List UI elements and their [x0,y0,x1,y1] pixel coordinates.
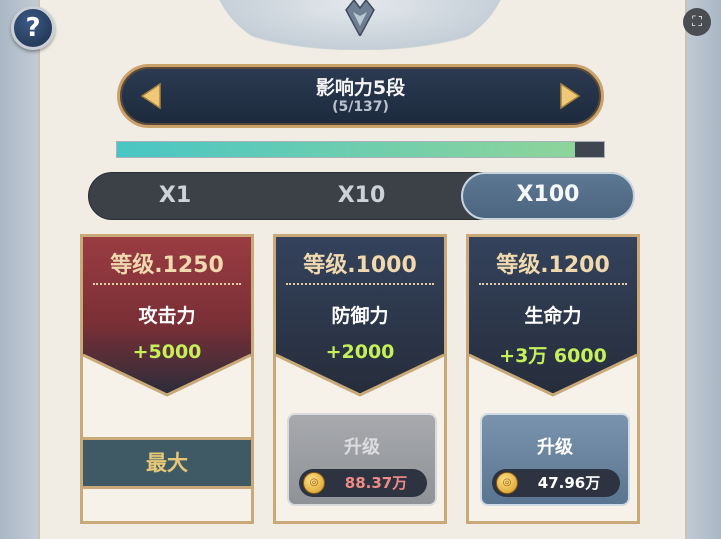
cost-pill: ◎ 88.37万 [299,469,427,497]
gold-coin-icon: ◎ [303,472,325,494]
divider [479,283,627,285]
max-level-badge: 最大 [83,437,251,489]
multiplier-x100-tab[interactable]: X100 [461,172,635,220]
health-upgrade-button[interactable]: 升级 ◎ 47.96万 [480,413,630,506]
health-name: 生命力 [524,305,582,327]
defense-name: 防御力 [331,305,389,327]
attack-card: 等级.1250 攻击力 +5000 最大 [80,234,254,524]
defense-value: +2000 [325,341,395,363]
health-level: 等级.1200 [496,253,610,278]
divider [93,283,241,285]
health-upgrade-cost: 47.96万 [537,474,601,492]
help-button[interactable]: ? [11,6,55,50]
level-progress-bar [116,141,605,158]
level-progress-fill [117,142,575,157]
health-card: 等级.1200 生命力 +3万 6000 升级 ◎ 47.96万 [466,234,640,524]
attack-name: 攻击力 [138,305,196,327]
next-arrow-icon[interactable] [557,82,583,110]
multiplier-selector: X1 X10 X100 [88,172,635,220]
defense-level: 等级.1000 [303,253,417,278]
level-title: 影响力5段 [315,77,406,99]
level-panel: 影响力5段 (5/137) [117,64,604,128]
upgrade-label: 升级 [344,437,380,458]
divider [286,283,434,285]
screenshot-icon[interactable]: ⛶ [683,8,711,36]
upgrade-label: 升级 [537,437,573,458]
gold-coin-icon: ◎ [496,472,518,494]
crest-icon [345,0,375,36]
defense-card: 等级.1000 防御力 +2000 升级 ◎ 88.37万 [273,234,447,524]
attack-value: +5000 [132,341,202,363]
cost-pill: ◎ 47.96万 [492,469,620,497]
multiplier-x1-tab[interactable]: X1 [89,173,261,219]
level-progress-text: (5/137) [332,99,389,115]
health-value: +3万 6000 [499,345,607,367]
defense-upgrade-button[interactable]: 升级 ◎ 88.37万 [287,413,437,506]
defense-upgrade-cost: 88.37万 [344,474,408,492]
attack-level: 等级.1250 [110,253,224,278]
multiplier-x10-tab[interactable]: X10 [269,173,454,219]
